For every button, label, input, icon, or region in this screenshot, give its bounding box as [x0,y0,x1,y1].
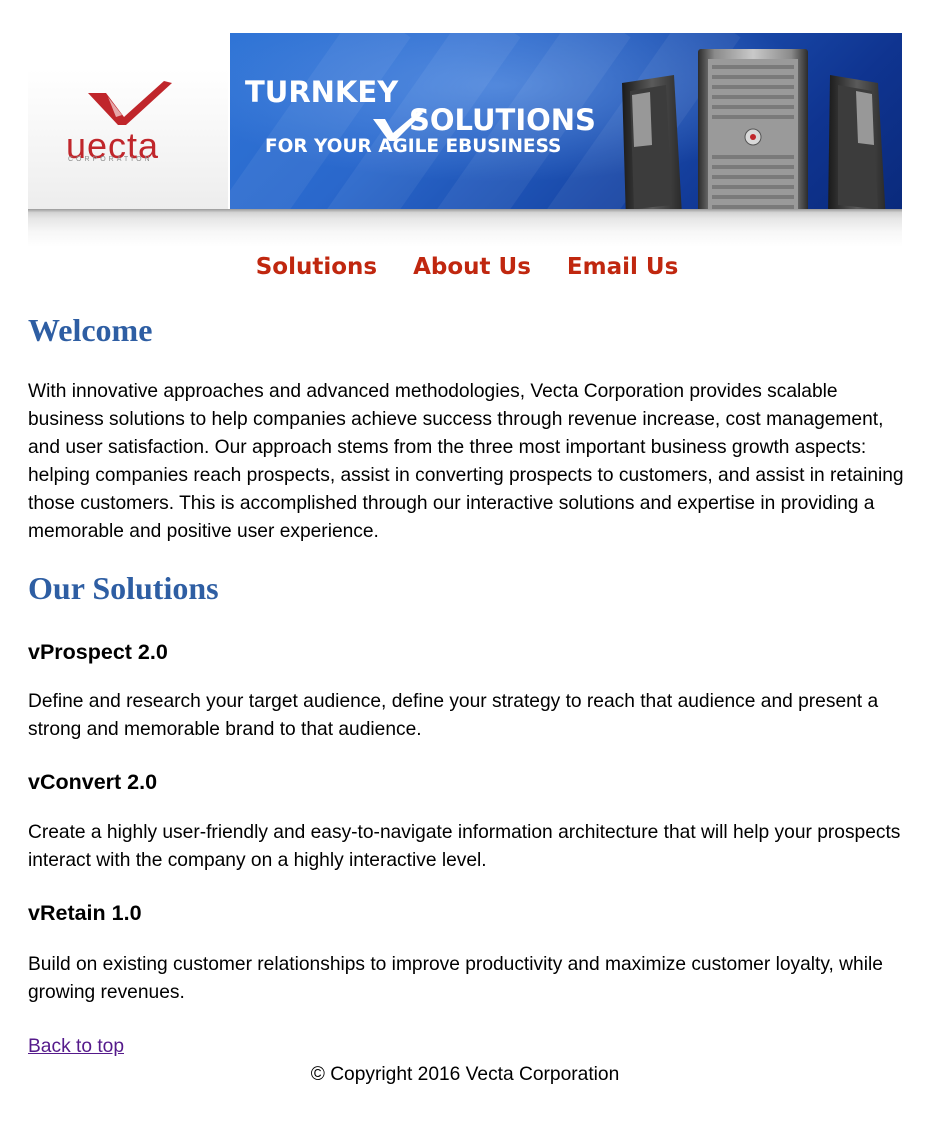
logo-checkmark-icon [88,81,172,125]
banner-tagline-turnkey: TURNKEY [245,75,399,109]
product-description-vretain: Build on existing customer relationships… [28,954,883,1003]
copyright-text: © Copyright 2016 Vecta Corporation [310,1064,620,1085]
solutions-heading: Our Solutions [28,570,219,606]
product-description-vconvert: Create a highly user-friendly and easy-t… [28,822,901,871]
product-title-vretain: vRetain 1.0 [28,901,142,925]
banner-divider [28,209,902,213]
welcome-heading: Welcome [28,312,153,348]
banner-tagline-solutions: SOLUTIONS [409,103,596,137]
nav-link-solutions[interactable]: Solutions [256,252,377,282]
nav-link-about-us[interactable]: About Us [413,252,531,282]
page: uecta CORPORATION TURNKEY SOLUTIONS FOR … [0,0,934,1135]
nav-link-email-us[interactable]: Email Us [567,252,678,282]
back-to-top-link[interactable]: Back to top [28,1036,124,1058]
header-banner: uecta CORPORATION TURNKEY SOLUTIONS FOR … [28,33,902,247]
main-nav: Solutions About Us Email Us [0,252,934,284]
banner-floor [28,209,902,247]
server-towers-image [622,49,886,233]
product-title-vconvert: vConvert 2.0 [28,770,158,794]
product-description-vprospect: Define and research your target audience… [28,691,879,740]
welcome-paragraph: With innovative approaches and advanced … [28,381,904,542]
logo-subtitle: CORPORATION [68,156,153,163]
product-title-vprospect: vProspect 2.0 [28,640,168,664]
banner-tagline-ebusiness: FOR YOUR AGILE EBUSINESS [265,136,562,157]
